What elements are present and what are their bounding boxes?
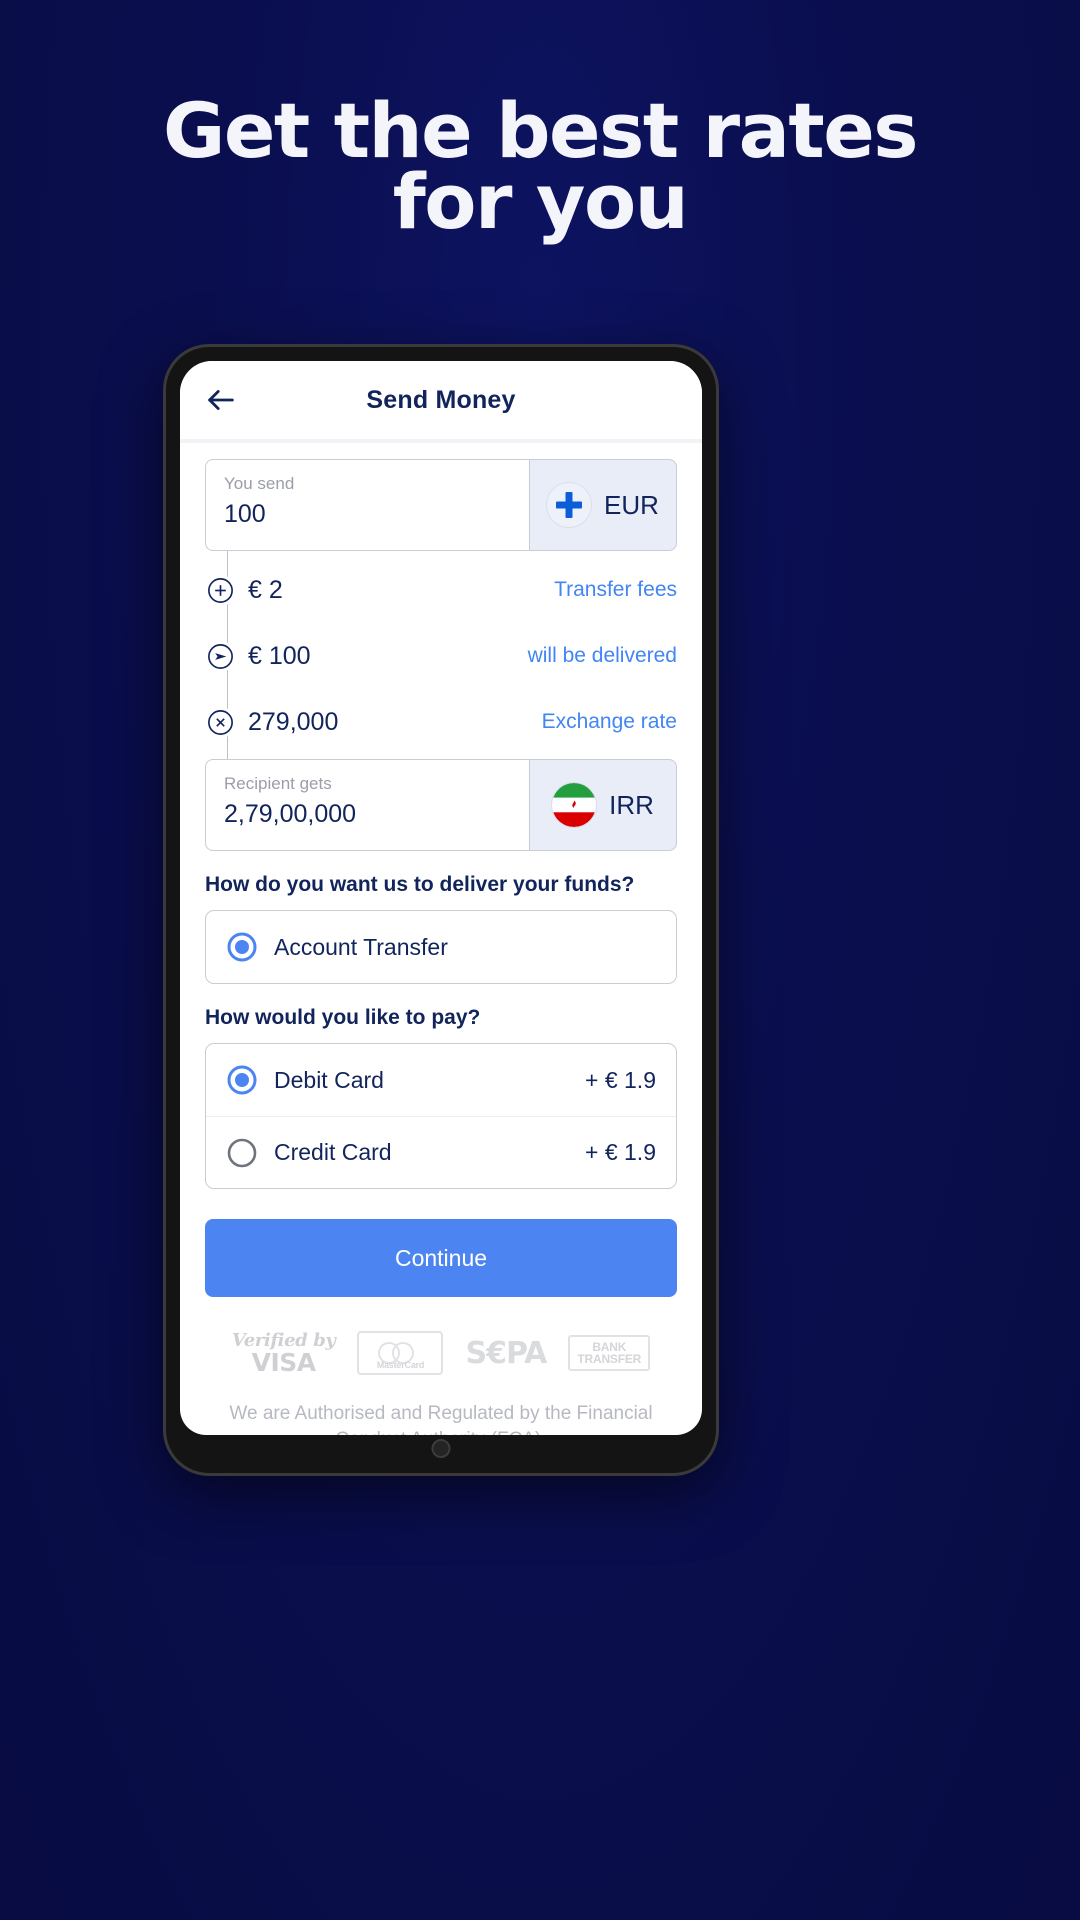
payment-option-fee: + € 1.9 [585, 1066, 656, 1093]
breakdown-note[interactable]: Exchange rate [542, 710, 677, 734]
trust-logos: Verified by VISA MasterCard S€PA BANK TR… [205, 1331, 677, 1375]
mastercard-logo: MasterCard [357, 1331, 444, 1375]
delivery-option-account-transfer[interactable]: Account Transfer [206, 911, 676, 983]
delivery-options: Account Transfer [205, 910, 677, 984]
mastercard-logo-text: MasterCard [376, 1360, 425, 1370]
phone-screen: Send Money You send 100 EUR € 2 Transfer… [180, 361, 702, 1435]
receive-amount-input[interactable]: Recipient gets 2,79,00,000 [205, 759, 529, 851]
payment-question: How would you like to pay? [205, 1006, 481, 1029]
radio-selected-icon[interactable] [226, 931, 258, 963]
breakdown-amount: € 100 [248, 641, 311, 670]
bank-transfer-line2: TRANSFER [577, 1352, 642, 1366]
payment-option-debit-card[interactable]: Debit Card + € 1.9 [206, 1044, 676, 1116]
breakdown-row-exchange-rate: 279,000 Exchange rate [205, 689, 677, 755]
send-amount-row: You send 100 EUR [205, 459, 677, 551]
radio-selected-icon[interactable] [226, 1064, 258, 1096]
send-currency-code: EUR [604, 489, 659, 520]
visa-logo-line2: VISA [251, 1347, 317, 1377]
fee-breakdown: € 2 Transfer fees € 100 will be delivere… [205, 551, 677, 759]
breakdown-amount: € 2 [248, 575, 283, 604]
app-bar: Send Money [180, 361, 702, 439]
page-title: Send Money [366, 385, 516, 414]
breakdown-amount: 279,000 [248, 707, 339, 736]
visa-logo: Verified by VISA [232, 1331, 336, 1377]
arrow-left-icon[interactable] [204, 383, 238, 417]
send-currency-selector[interactable]: EUR [529, 459, 677, 551]
payment-option-label: Credit Card [274, 1139, 392, 1165]
delivery-question: How do you want us to deliver your funds… [205, 873, 635, 896]
continue-button[interactable]: Continue [205, 1219, 677, 1297]
receive-amount-label: Recipient gets [224, 774, 332, 793]
sepa-logo: S€PA [465, 1335, 547, 1371]
hero-headline-line2: for you [392, 156, 689, 246]
payment-option-fee: + € 1.9 [585, 1139, 656, 1165]
receive-currency-selector[interactable]: IRR [529, 759, 677, 851]
payment-option-credit-card[interactable]: Credit Card + € 1.9 [206, 1116, 676, 1188]
send-amount-label: You send [224, 474, 295, 493]
receive-amount-row: Recipient gets 2,79,00,000 IRR [205, 759, 677, 851]
breakdown-row-transfer-fees: € 2 Transfer fees [205, 557, 677, 623]
regulatory-disclaimer: We are Authorised and Regulated by the F… [229, 1403, 653, 1435]
receive-currency-code: IRR [609, 789, 654, 820]
phone-home-indicator [431, 1439, 451, 1458]
receive-amount-value: 2,79,00,000 [224, 800, 357, 828]
payment-option-label: Debit Card [274, 1066, 384, 1093]
payment-options: Debit Card + € 1.9 Credit Card + € 1.9 [205, 1043, 677, 1189]
delivery-option-label: Account Transfer [274, 933, 448, 960]
send-amount-input[interactable]: You send 100 [205, 459, 529, 551]
multiply-circle-icon [205, 706, 236, 738]
send-amount-value: 100 [224, 500, 266, 528]
breakdown-note[interactable]: Transfer fees [554, 578, 677, 602]
phone-mockup: Send Money You send 100 EUR € 2 Transfer… [163, 344, 719, 1476]
send-circle-icon [205, 640, 236, 672]
plus-circle-icon [205, 574, 236, 606]
radio-unselected-icon[interactable] [226, 1137, 258, 1169]
send-money-form: You send 100 EUR € 2 Transfer fees € 100… [180, 443, 702, 1435]
breakdown-note[interactable]: will be delivered [528, 644, 677, 668]
breakdown-row-delivered: € 100 will be delivered [205, 623, 677, 689]
eu-flag-icon [547, 483, 592, 527]
hero-headline: Get the best rates for you [0, 93, 1080, 246]
iran-flag-icon [552, 783, 597, 827]
bank-transfer-logo: BANK TRANSFER [568, 1334, 651, 1372]
